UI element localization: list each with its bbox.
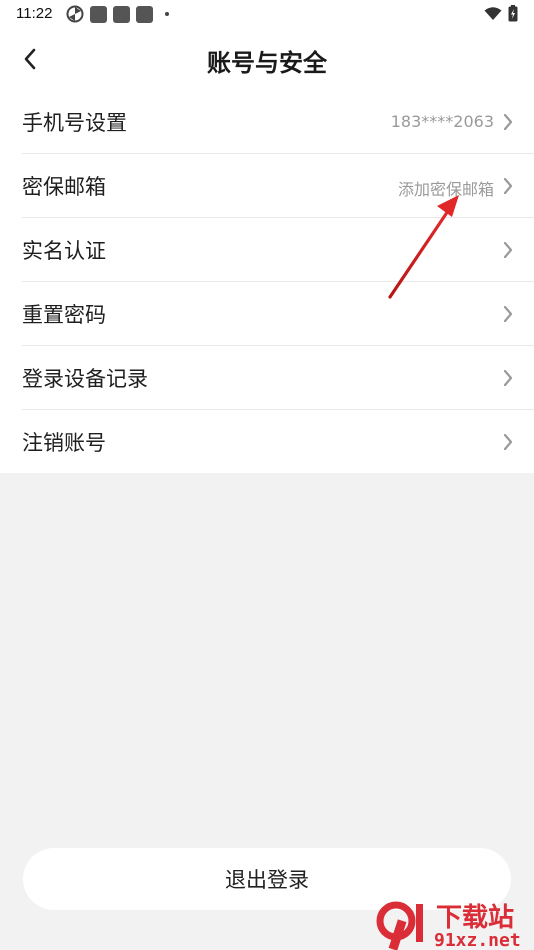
svg-text:91xz.net: 91xz.net	[434, 930, 521, 950]
app-notification-icon	[90, 5, 107, 23]
settings-item-reset-password[interactable]: 重置密码	[22, 282, 534, 346]
battery-charging-icon	[508, 5, 518, 22]
chevron-right-icon	[503, 305, 513, 323]
header: 账号与安全	[0, 28, 534, 90]
system-icons	[484, 5, 518, 22]
app-notification-icon	[136, 5, 153, 23]
settings-item-label: 登录设备记录	[22, 367, 148, 391]
settings-item-label: 密保邮箱	[22, 175, 106, 199]
security-email-value: 添加密保邮箱	[397, 180, 494, 199]
settings-item-cancel-account[interactable]: 注销账号	[22, 410, 534, 473]
pinwheel-icon	[66, 5, 84, 23]
logout-label: 退出登录	[225, 868, 309, 892]
settings-item-label: 实名认证	[22, 239, 106, 263]
notification-icons	[66, 5, 169, 23]
settings-item-security-email[interactable]: 密保邮箱 添加密保邮箱	[22, 154, 534, 218]
phone-number-value: 183****2063	[390, 112, 494, 131]
chevron-right-icon	[503, 433, 513, 451]
wifi-icon	[484, 6, 502, 20]
settings-item-label: 手机号设置	[22, 111, 127, 135]
settings-item-label: 重置密码	[22, 303, 106, 327]
settings-item-label: 注销账号	[22, 431, 106, 455]
status-bar: 11:22	[0, 0, 534, 28]
app-notification-icon	[113, 5, 130, 23]
chevron-right-icon	[503, 113, 513, 131]
chevron-right-icon	[503, 177, 513, 195]
settings-list: 手机号设置 183****2063 密保邮箱 添加密保邮箱 实名认证 重置密码 …	[0, 90, 534, 473]
page-title: 账号与安全	[207, 49, 327, 77]
chevron-right-icon	[503, 241, 513, 259]
status-time: 11:22	[16, 5, 53, 22]
settings-item-real-name[interactable]: 实名认证	[22, 218, 534, 282]
chevron-right-icon	[503, 369, 513, 387]
settings-item-phone[interactable]: 手机号设置 183****2063	[22, 90, 534, 154]
settings-item-login-devices[interactable]: 登录设备记录	[22, 346, 534, 410]
site-watermark-logo: 下载站 91xz.net	[376, 901, 521, 950]
svg-text:下载站: 下载站	[436, 903, 514, 933]
more-notifications-icon	[165, 12, 169, 16]
